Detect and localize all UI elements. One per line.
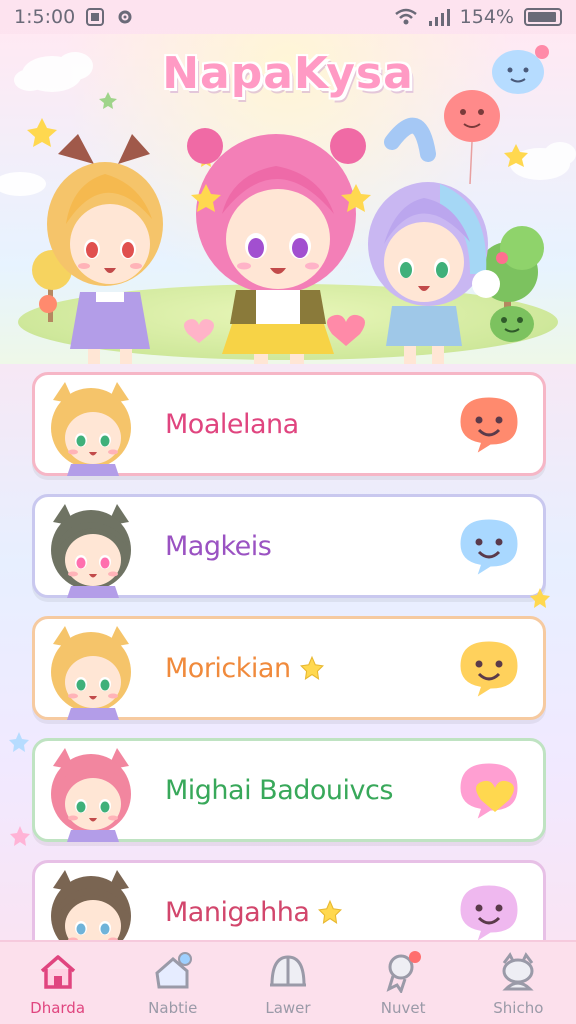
star-icon — [10, 826, 30, 846]
battery-level: 154% — [459, 6, 514, 28]
character-avatar — [35, 494, 147, 598]
character-name: Morickian — [147, 653, 449, 684]
nav-label: Lawer — [265, 999, 311, 1017]
sparkle-icon — [530, 588, 550, 608]
star-icon — [318, 899, 343, 924]
star-icon — [299, 655, 324, 680]
wifi-icon — [394, 7, 418, 27]
smile-chat-icon[interactable] — [449, 384, 529, 464]
nav-item-nuvet[interactable]: Nuvet — [353, 949, 453, 1017]
settings-icon — [115, 7, 135, 27]
nav-item-dharda[interactable]: Dharda — [8, 949, 108, 1017]
character-name: Mighai Badouivcs — [147, 775, 449, 806]
character-blue-hair-right — [368, 117, 500, 364]
heart-chat-icon[interactable] — [449, 750, 529, 830]
nav-item-lawer[interactable]: Lawer — [238, 949, 338, 1017]
chat-icon — [155, 952, 192, 989]
character-card[interactable]: Morickian — [32, 616, 546, 720]
nav-label: Nuvet — [380, 999, 426, 1017]
smile-chat-icon[interactable] — [449, 628, 529, 708]
character-card[interactable]: Moalelana — [32, 372, 546, 476]
nav-label: Nabtie — [148, 999, 198, 1017]
cloud-sparkle-icon — [9, 732, 29, 752]
character-name-text: Mighai Badouivcs — [165, 774, 393, 806]
badge-icon — [386, 951, 422, 993]
nav-item-nabtie[interactable]: Nabtie — [123, 949, 223, 1017]
character-card[interactable]: Magkeis — [32, 494, 546, 598]
character-name-text: Magkeis — [165, 530, 272, 562]
character-avatar — [35, 738, 147, 842]
character-avatar — [35, 616, 147, 720]
dome-icon — [269, 955, 306, 987]
sim-icon — [85, 7, 105, 27]
character-name-text: Moalelana — [165, 408, 299, 440]
character-name-text: Morickian — [165, 652, 291, 684]
app-title: NapaKysa — [162, 48, 414, 99]
frog-friend — [490, 306, 534, 342]
bottom-nav: Dharda Nabtie Lawer Nuvet Shicho — [0, 940, 576, 1024]
nav-item-shicho[interactable]: Shicho — [468, 949, 568, 1017]
battery-icon — [524, 8, 562, 26]
hero-banner: NapaKysa — [0, 34, 576, 364]
character-name: Magkeis — [147, 531, 449, 562]
nav-label: Shicho — [493, 999, 544, 1017]
nav-label: Dharda — [30, 999, 86, 1017]
home-icon — [40, 955, 75, 989]
character-list: Moalelana Magkeis Morickian Mighai Badouivc… — [32, 372, 546, 982]
smile-chat-icon[interactable] — [449, 506, 529, 586]
character-name-text: Manigahha — [165, 896, 310, 928]
character-name: Moalelana — [147, 409, 449, 440]
signal-icon — [428, 7, 450, 27]
character-name: Manigahha — [147, 897, 449, 928]
status-time: 1:5:00 — [14, 6, 76, 28]
balloon-icon — [444, 90, 500, 185]
status-bar: 1:5:00 154% — [0, 0, 576, 34]
character-icon — [502, 952, 534, 991]
character-cat-girl-left — [47, 134, 163, 364]
character-avatar — [35, 372, 147, 476]
character-card[interactable]: Mighai Badouivcs — [32, 738, 546, 842]
